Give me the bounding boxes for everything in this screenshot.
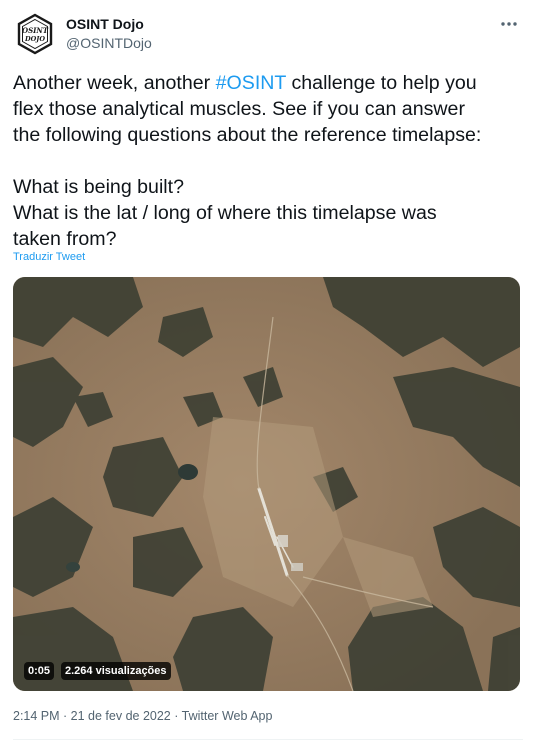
tweet-text-line: the following questions about the refere… xyxy=(13,124,482,146)
tweet-text-line: Another week, another #OSINT challenge t… xyxy=(13,70,525,96)
video-player[interactable]: 0:05 2.264 visualizações xyxy=(13,277,520,691)
author-handle[interactable]: @OSINTDojo xyxy=(66,34,152,52)
tweet-text-line: flex those analytical muscles. See if yo… xyxy=(13,98,465,120)
tweet-text-segment: Another week, another xyxy=(13,72,216,94)
tweet-text-segment: challenge to help you xyxy=(286,72,477,94)
satellite-timelapse-frame xyxy=(13,277,520,691)
avatar[interactable]: OSINT DOJO xyxy=(13,12,57,56)
tweet-text: Another week, another #OSINT challenge t… xyxy=(13,70,525,252)
tweet-metadata: 2:14 PM · 21 de fev de 2022 · Twitter We… xyxy=(13,708,272,724)
author-names: OSINT Dojo @OSINTDojo xyxy=(66,15,152,52)
avatar-logo-text-top: OSINT xyxy=(22,26,49,35)
video-views-badge: 2.264 visualizações xyxy=(61,662,171,680)
tweet-source[interactable]: Twitter Web App xyxy=(182,709,273,723)
translate-tweet-link[interactable]: Traduzir Tweet xyxy=(13,250,85,264)
tweet-timestamp-time[interactable]: 2:14 PM xyxy=(13,709,60,723)
tweet-question: What is being built? xyxy=(13,176,184,198)
video-duration-badge: 0:05 xyxy=(24,662,55,680)
author-display-name[interactable]: OSINT Dojo xyxy=(66,15,152,33)
avatar-logo-text-bottom: DOJO xyxy=(24,35,45,43)
tweet-timestamp-date[interactable]: 21 de fev de 2022 xyxy=(71,709,171,723)
meta-separator: · xyxy=(170,709,182,723)
hashtag-link[interactable]: #OSINT xyxy=(216,72,286,94)
meta-separator: · xyxy=(59,709,71,723)
tweet-question: What is the lat / long of where this tim… xyxy=(13,202,437,224)
more-horizontal-icon xyxy=(501,22,517,26)
tweet-question: taken from? xyxy=(13,228,117,250)
more-options-button[interactable] xyxy=(497,12,521,36)
divider xyxy=(13,739,523,740)
tweet-header: OSINT DOJO OSINT Dojo @OSINTDojo xyxy=(13,12,523,56)
tweet: OSINT DOJO OSINT Dojo @OSINTDojo Another… xyxy=(0,0,536,744)
